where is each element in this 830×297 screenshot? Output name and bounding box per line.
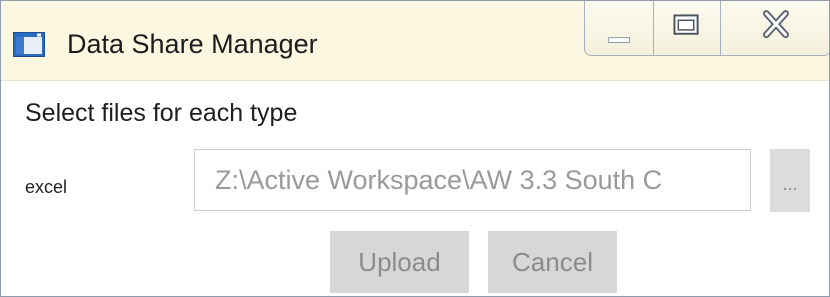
- file-type-label-excel: excel: [25, 177, 68, 197]
- cancel-button[interactable]: Cancel: [488, 231, 617, 293]
- upload-button[interactable]: Upload: [330, 231, 469, 293]
- close-icon: [762, 10, 790, 39]
- dialog-content: Select files for each type excel ... Upl…: [1, 81, 829, 296]
- maximize-button[interactable]: [653, 1, 721, 56]
- browse-excel-button[interactable]: ...: [770, 149, 810, 212]
- caption-buttons: [584, 1, 829, 56]
- title-bar[interactable]: Data Share Manager: [1, 1, 829, 81]
- excel-file-path-input[interactable]: [194, 149, 751, 211]
- maximize-icon: [673, 14, 699, 35]
- minimize-icon: [607, 37, 631, 43]
- app-window-icon: [13, 32, 45, 57]
- minimize-button[interactable]: [584, 1, 654, 56]
- form-heading: Select files for each type: [25, 99, 298, 127]
- close-button[interactable]: [720, 1, 829, 56]
- data-share-manager-window: Data Share Manager Select files for each…: [0, 0, 830, 297]
- window-title: Data Share Manager: [67, 29, 318, 59]
